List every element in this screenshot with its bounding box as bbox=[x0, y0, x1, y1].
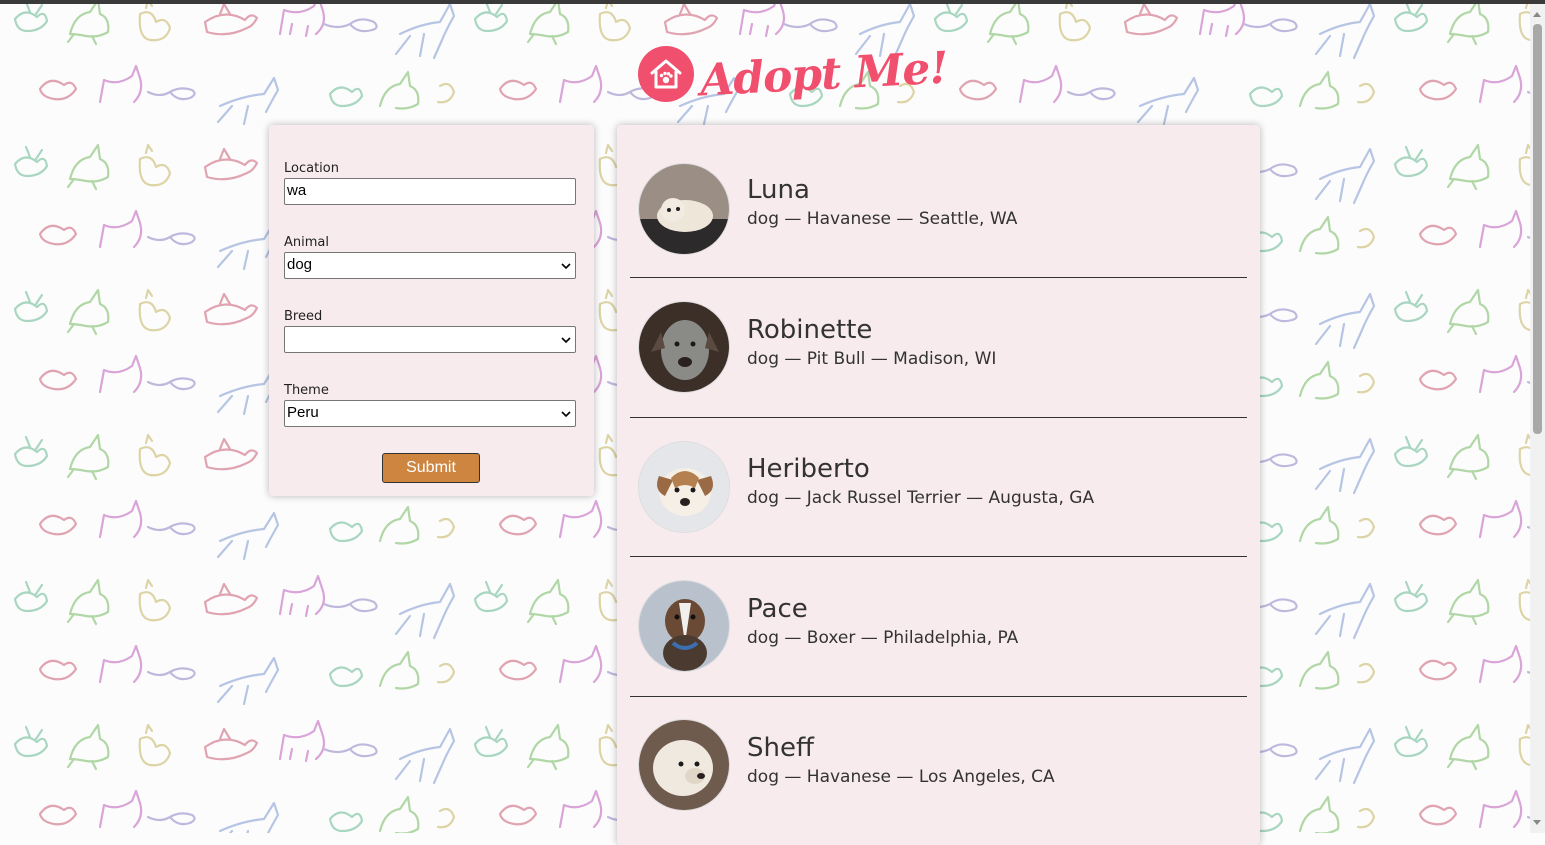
scrollbar-thumb[interactable] bbox=[1533, 24, 1542, 434]
submit-button[interactable]: Submit bbox=[382, 453, 480, 483]
chevron-down-icon bbox=[561, 263, 571, 270]
pet-details: dog — Havanese — Los Angeles, CA bbox=[747, 767, 1055, 787]
pet-details: dog — Havanese — Seattle, WA bbox=[747, 209, 1018, 229]
location-field: Location wa bbox=[284, 161, 576, 205]
pet-card[interactable]: Luna dog — Havanese — Seattle, WA bbox=[630, 139, 1247, 278]
adopt-me-logo[interactable]: Adopt Me! bbox=[638, 38, 949, 110]
pet-details: dog — Boxer — Philadelphia, PA bbox=[747, 628, 1019, 648]
theme-select[interactable]: Peru bbox=[284, 400, 576, 427]
animal-label: Animal bbox=[284, 235, 329, 250]
pet-photo bbox=[638, 441, 730, 533]
theme-select-value: Peru bbox=[287, 404, 319, 421]
pet-name: Robinette bbox=[747, 315, 873, 345]
house-paw-icon bbox=[638, 46, 694, 102]
pet-card[interactable]: Robinette dog — Pit Bull — Madison, WI bbox=[630, 279, 1247, 418]
animal-field: Animal dog bbox=[284, 235, 576, 279]
animal-select-value: dog bbox=[287, 256, 313, 273]
pet-card[interactable]: Heriberto dog — Jack Russel Terrier — Au… bbox=[630, 418, 1247, 557]
breed-label: Breed bbox=[284, 309, 323, 324]
logo-text: Adopt Me! bbox=[698, 42, 949, 106]
pet-name: Heriberto bbox=[747, 454, 870, 484]
pet-photo bbox=[638, 301, 730, 393]
pet-details: dog — Jack Russel Terrier — Augusta, GA bbox=[747, 488, 1095, 508]
pet-card[interactable]: Sheff dog — Havanese — Los Angeles, CA bbox=[630, 697, 1247, 836]
breed-field: Breed bbox=[284, 309, 576, 353]
page-scrollbar[interactable] bbox=[1530, 4, 1545, 833]
pet-photo bbox=[638, 580, 730, 672]
pet-photo bbox=[638, 163, 730, 255]
chevron-down-icon bbox=[561, 411, 571, 418]
location-label: Location bbox=[284, 161, 339, 176]
theme-field: Theme Peru bbox=[284, 383, 576, 427]
pet-name: Sheff bbox=[747, 733, 814, 763]
scroll-down-arrow-icon[interactable] bbox=[1533, 820, 1541, 825]
location-input-value: wa bbox=[287, 182, 307, 199]
breed-select[interactable] bbox=[284, 326, 576, 353]
theme-label: Theme bbox=[284, 383, 329, 398]
pet-name: Pace bbox=[747, 594, 808, 624]
animal-select[interactable]: dog bbox=[284, 252, 576, 279]
pet-name: Luna bbox=[747, 175, 810, 205]
location-input[interactable]: wa bbox=[284, 178, 576, 205]
scroll-up-arrow-icon[interactable] bbox=[1533, 12, 1541, 17]
pet-details: dog — Pit Bull — Madison, WI bbox=[747, 349, 997, 369]
chevron-down-icon bbox=[561, 337, 571, 344]
pet-card[interactable]: Pace dog — Boxer — Philadelphia, PA bbox=[630, 558, 1247, 697]
pet-photo bbox=[638, 719, 730, 811]
pet-results-list: Luna dog — Havanese — Seattle, WA Robine… bbox=[617, 125, 1260, 845]
search-form-panel: Location wa Animal dog Breed Theme Peru … bbox=[269, 125, 594, 496]
